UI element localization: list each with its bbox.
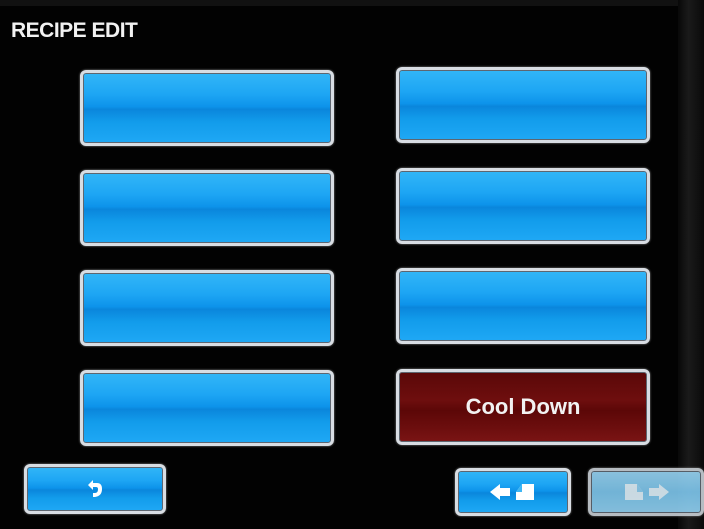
cool-down-label: Cool Down [465, 394, 581, 419]
next-page-button[interactable] [588, 468, 704, 516]
page-previous-icon [488, 481, 538, 503]
recipe-button-7[interactable] [80, 370, 334, 446]
recipe-button-3[interactable] [80, 170, 334, 246]
recipe-button-1[interactable] [80, 70, 334, 146]
recipe-button-6[interactable] [396, 268, 650, 344]
bezel-top [0, 0, 704, 6]
recipe-button-4[interactable] [396, 168, 650, 244]
previous-page-button[interactable] [455, 468, 571, 516]
back-arrow-icon [84, 478, 106, 500]
cool-down-button[interactable]: Cool Down [396, 369, 650, 445]
recipe-button-5[interactable] [80, 270, 334, 346]
bezel-right [678, 0, 704, 529]
hmi-screen: RECIPE EDIT Cool Down [0, 0, 704, 529]
page-next-icon [621, 481, 671, 503]
recipe-button-2[interactable] [396, 67, 650, 143]
back-button[interactable] [24, 464, 166, 514]
page-title: RECIPE EDIT [11, 19, 138, 42]
